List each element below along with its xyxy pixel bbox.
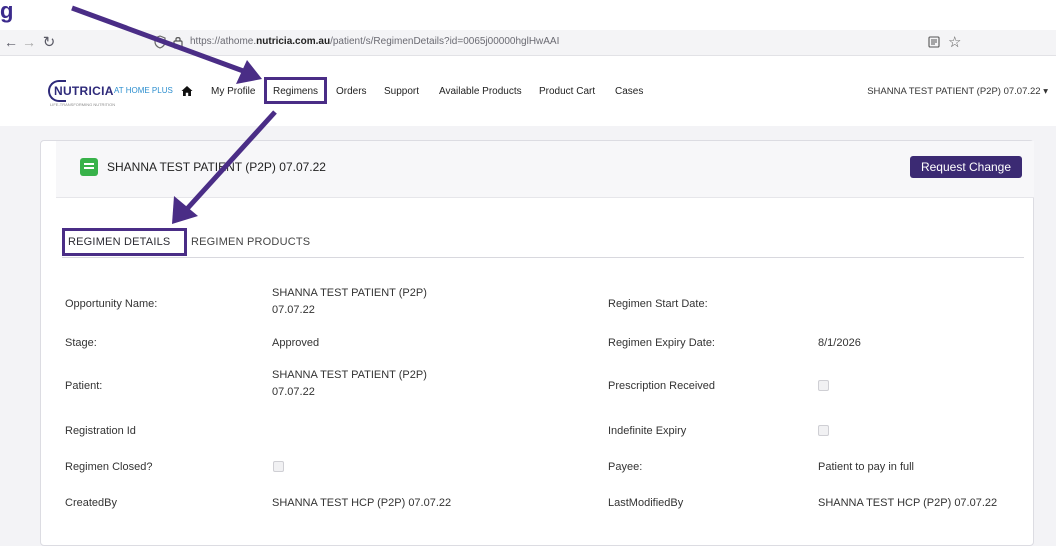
field-value-stage: Approved [272,337,320,349]
annotation-highlight-tab [62,228,187,256]
field-label-regimen-expiry-date: Regimen Expiry Date: [608,337,715,349]
field-label-stage: Stage: [65,337,97,349]
url-bar[interactable]: https://athome.nutricia.com.au/patient/s… [190,36,559,47]
field-label-registration-id: Registration Id [65,425,136,437]
field-value-created-by: SHANNA TEST HCP (P2P) 07.07.22 [272,497,452,509]
field-value-payee: Patient to pay in full [818,461,915,473]
field-value-patient-line2: 07.07.22 [272,386,315,398]
browser-toolbar: ← → ↻ https://athome.nutricia.com.au/pat… [0,30,1056,56]
nav-orders[interactable]: Orders [336,86,367,97]
chevron-down-icon: ▾ [1043,86,1048,97]
nav-cases[interactable]: Cases [615,86,643,97]
nav-product-cart[interactable]: Product Cart [539,86,595,97]
field-value-opportunity-name-line2: 07.07.22 [272,304,315,316]
forward-icon[interactable]: → [20,34,38,50]
record-icon [80,158,98,176]
logo-brand: NUTRICIA [54,84,114,98]
field-value-patient: SHANNA TEST PATIENT (P2P) [272,369,427,381]
url-path: /patient/s/RegimenDetails?id=0065j00000h… [330,36,560,47]
field-label-opportunity-name: Opportunity Name: [65,298,158,310]
url-domain: nutricia.com.au [256,36,331,47]
nav-my-profile[interactable]: My Profile [211,86,255,97]
field-value-regimen-expiry-date: 8/1/2026 [818,337,861,349]
user-menu-label: SHANNA TEST PATIENT (P2P) 07.07.22 [867,86,1041,97]
field-value-last-modified-by: SHANNA TEST HCP (P2P) 07.07.22 [818,497,998,509]
regimen-closed-checkbox[interactable] [273,461,284,472]
field-label-created-by: CreatedBy [65,497,117,509]
tab-bar: REGIMEN DETAILS REGIMEN PRODUCTS [62,232,1024,258]
star-icon[interactable]: ☆ [948,33,961,51]
reader-icon[interactable] [928,36,940,48]
tab-regimen-products[interactable]: REGIMEN PRODUCTS [191,236,310,248]
field-label-indefinite-expiry: Indefinite Expiry [608,425,687,437]
home-icon[interactable] [181,85,193,97]
field-label-last-modified-by: LastModifiedBy [608,497,684,509]
annotation-corner-text: g [0,0,14,23]
shield-icon[interactable] [154,35,166,49]
user-menu[interactable]: SHANNA TEST PATIENT (P2P) 07.07.22 ▾ [867,86,1048,97]
logo-suffix: AT HOME PLUS [114,86,173,95]
prescription-received-checkbox[interactable] [818,380,829,391]
back-icon[interactable]: ← [2,34,20,50]
field-value-opportunity-name: SHANNA TEST PATIENT (P2P) [272,287,427,299]
nav-support[interactable]: Support [384,86,419,97]
field-label-prescription-received: Prescription Received [608,380,715,392]
lock-icon[interactable] [172,35,184,49]
request-change-button[interactable]: Request Change [910,156,1022,178]
field-label-regimen-closed: Regimen Closed? [65,461,153,473]
field-label-payee: Payee: [608,461,643,473]
annotation-highlight-regimens [264,77,327,104]
field-label-patient: Patient: [65,380,103,392]
nutricia-logo[interactable]: NUTRICIA AT HOME PLUS LIFE-TRANSFORMING … [48,80,178,114]
reload-icon[interactable]: ↻ [40,33,58,51]
nav-available-products[interactable]: Available Products [439,86,522,97]
field-label-regimen-start-date: Regimen Start Date: [608,298,708,310]
record-title: SHANNA TEST PATIENT (P2P) 07.07.22 [107,160,326,174]
regimen-card [40,140,1034,546]
annotation-strip: g [0,0,1056,30]
url-prefix: https://athome. [190,36,257,47]
indefinite-expiry-checkbox[interactable] [818,425,829,436]
logo-tagline: LIFE-TRANSFORMING NUTRITION [50,102,116,107]
